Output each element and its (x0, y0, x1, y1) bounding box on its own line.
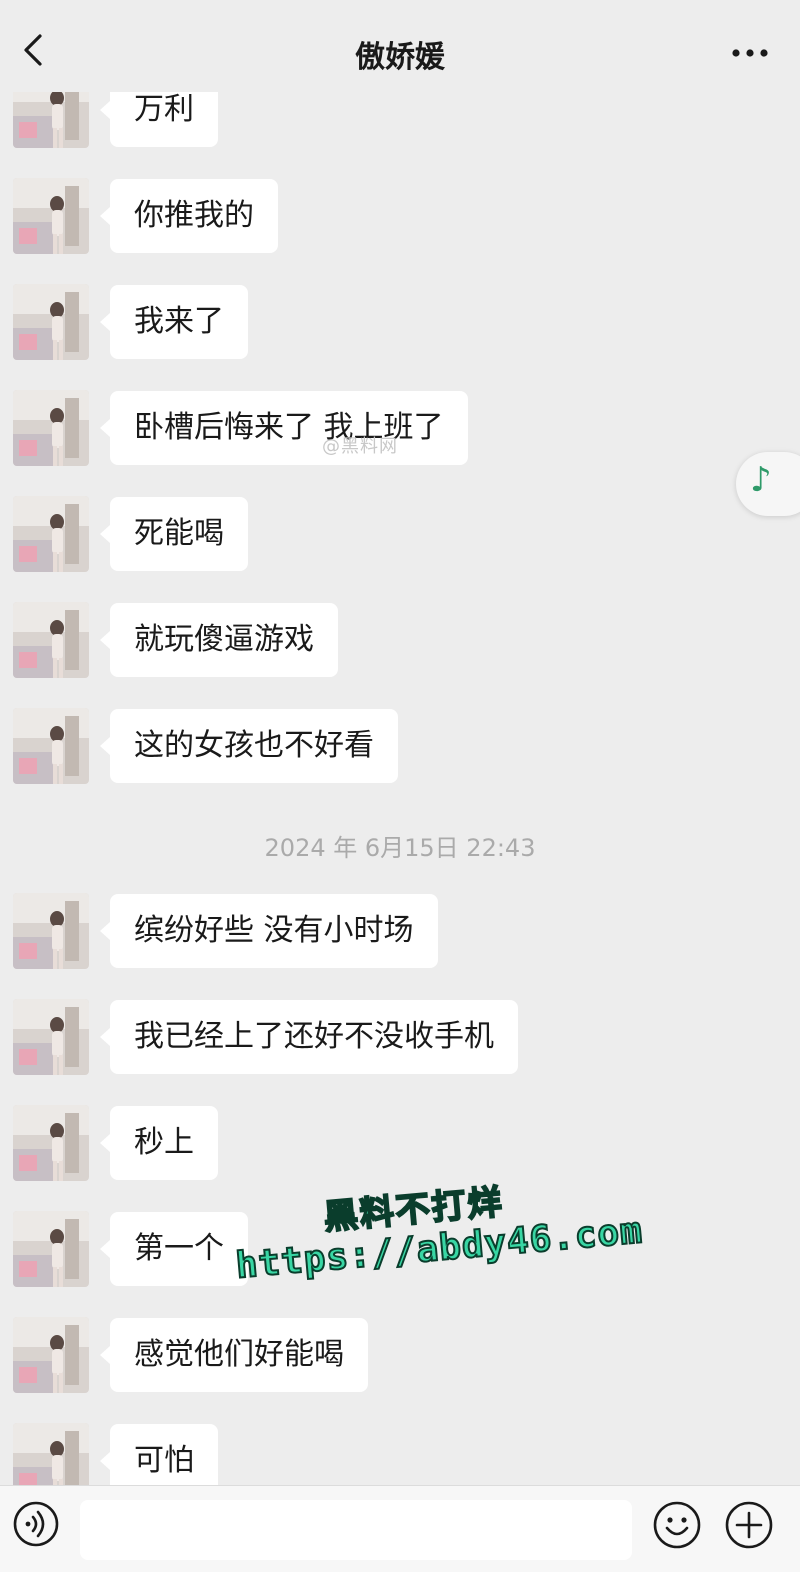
chat-title: 傲娇媛 (355, 40, 445, 75)
message-timestamp: 2024 年 6月15日 22:43 (264, 834, 536, 862)
message-row: 这的女孩也不好看 (0, 708, 800, 788)
message-bubble[interactable]: 我已经上了还好不没收手机 (100, 1000, 518, 1074)
emoji-button[interactable] (652, 1500, 702, 1550)
music-note-icon: ♪ (750, 460, 772, 500)
contact-avatar[interactable] (13, 708, 89, 784)
message-bubble[interactable]: 缤纷好些 没有小时场 (100, 894, 438, 968)
voice-icon (13, 1501, 59, 1547)
message-bubble[interactable]: 第一个 (100, 1212, 248, 1286)
contact-avatar[interactable] (13, 1423, 89, 1485)
message-bubble[interactable]: 秒上 (100, 1106, 218, 1180)
contact-avatar[interactable] (13, 178, 89, 254)
message-row: 卧槽后悔来了 我上班了 (0, 390, 800, 470)
more-button[interactable] (730, 44, 770, 57)
message-row: 我来了 (0, 284, 800, 364)
message-bubble[interactable]: 感觉他们好能喝 (100, 1318, 368, 1392)
plus-circle-icon (725, 1501, 773, 1549)
input-bar (0, 1485, 800, 1572)
message-row: 我已经上了还好不没收手机 (0, 999, 800, 1079)
message-row: 可怕 (0, 1423, 800, 1485)
promo-watermark: 黑料不打烊 https://abdy46.com (230, 1167, 645, 1318)
message-row: 就玩傻逼游戏 (0, 602, 800, 682)
chat-area[interactable]: 万利 你推我的 我来了 卧槽后悔来了 我上班了 死能喝 就玩傻逼游戏 这的女孩也… (0, 0, 800, 1485)
message-bubble[interactable]: 卧槽后悔来了 我上班了 (100, 391, 468, 465)
voice-button[interactable] (12, 1500, 60, 1548)
message-bubble[interactable]: 你推我的 (100, 179, 278, 253)
message-input[interactable] (80, 1500, 632, 1560)
contact-avatar[interactable] (13, 496, 89, 572)
top-navigation-bar: 傲娇媛 (0, 0, 800, 92)
contact-avatar[interactable] (13, 999, 89, 1075)
more-functions-button[interactable] (724, 1500, 774, 1550)
more-horizontal-icon (732, 49, 768, 57)
contact-avatar[interactable] (13, 390, 89, 466)
message-bubble[interactable]: 死能喝 (100, 497, 248, 571)
contact-avatar[interactable] (13, 1211, 89, 1287)
emoji-icon (653, 1501, 701, 1549)
message-bubble[interactable]: 就玩傻逼游戏 (100, 603, 338, 677)
weibo-watermark: @黑料网 (322, 436, 398, 457)
contact-avatar[interactable] (13, 284, 89, 360)
contact-avatar[interactable] (13, 893, 89, 969)
message-row: 你推我的 (0, 178, 800, 258)
message-row: 秒上 (0, 1105, 800, 1185)
message-row: 死能喝 (0, 496, 800, 576)
message-bubble[interactable]: 可怕 (100, 1424, 218, 1485)
floating-music-button[interactable]: ♪ (736, 452, 800, 516)
message-bubble[interactable]: 我来了 (100, 285, 248, 359)
contact-avatar[interactable] (13, 1105, 89, 1181)
contact-avatar[interactable] (13, 602, 89, 678)
message-row: 缤纷好些 没有小时场 (0, 893, 800, 973)
message-bubble[interactable]: 这的女孩也不好看 (100, 709, 398, 783)
message-row: 感觉他们好能喝 (0, 1317, 800, 1397)
contact-avatar[interactable] (13, 1317, 89, 1393)
